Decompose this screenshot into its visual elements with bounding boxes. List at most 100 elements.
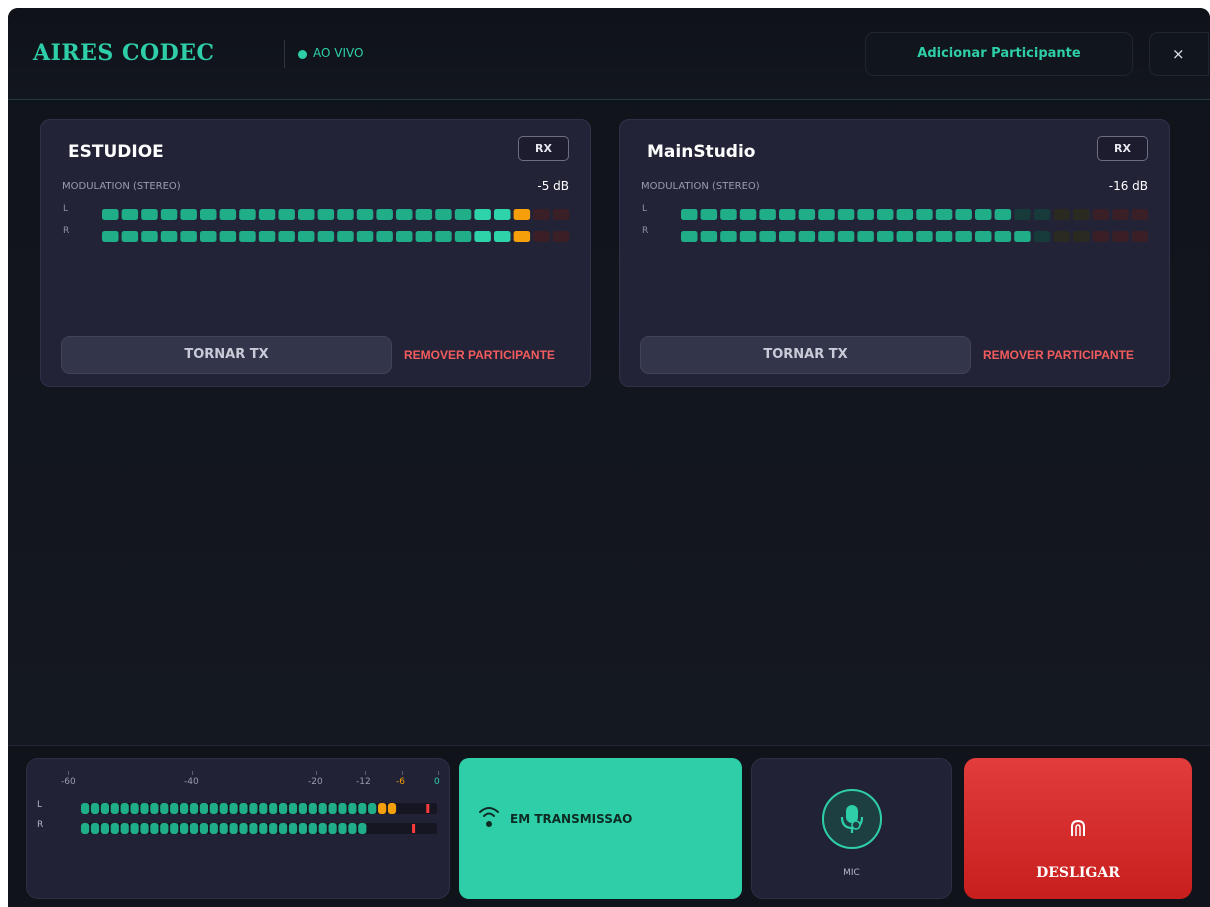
- left-channel-label: L: [642, 204, 648, 214]
- meter-segment: [219, 823, 228, 834]
- right-level-meter: [102, 227, 571, 242]
- meter-segments: [681, 209, 1149, 220]
- scale-label: -12: [356, 777, 371, 787]
- meter-segment: [857, 231, 874, 242]
- meter-segment: [798, 231, 816, 242]
- add-participant-button[interactable]: Adicionar Participante: [865, 32, 1133, 76]
- transmission-status-button[interactable]: EM TRANSMISSAO: [459, 758, 742, 899]
- meter-segment: [533, 231, 550, 242]
- title-divider: [284, 40, 285, 68]
- meter-segment: [102, 209, 119, 220]
- meter-segment: [552, 209, 570, 220]
- meter-segment: [90, 803, 100, 814]
- rx-badge[interactable]: RX: [518, 136, 569, 161]
- meter-segments: [681, 231, 1149, 242]
- scale-tick: [68, 771, 69, 775]
- master-left-meter: [81, 799, 441, 814]
- meter-segment: [170, 803, 179, 814]
- disconnect-icon: [1071, 819, 1085, 836]
- modulation-label: MODULATION (STEREO): [62, 181, 181, 192]
- close-button[interactable]: ×: [1149, 32, 1209, 76]
- meter-segment: [739, 231, 757, 242]
- meter-segment: [140, 823, 149, 834]
- meter-segment: [896, 231, 914, 242]
- meter-segment: [337, 231, 354, 242]
- meter-segment: [288, 823, 298, 834]
- participant-name: MainStudio: [647, 142, 756, 162]
- meter-segment: [1092, 231, 1110, 242]
- meter-segment: [513, 231, 531, 242]
- meter-segment: [180, 231, 197, 242]
- meter-segment: [994, 209, 1012, 220]
- meter-segment: [337, 209, 354, 220]
- scale-label: -6: [396, 777, 405, 787]
- meter-segment: [229, 803, 238, 814]
- meter-segment: [759, 209, 776, 220]
- meter-segment: [356, 209, 374, 220]
- meter-segment: [259, 823, 268, 834]
- mic-toggle-button[interactable]: [822, 789, 882, 849]
- meter-segment: [317, 231, 335, 242]
- mic-label: MIC: [843, 868, 860, 878]
- meter-segment: [160, 231, 178, 242]
- scale-tick: [316, 771, 317, 775]
- app-title: AIRES CODEC: [33, 40, 215, 66]
- meter-segment: [100, 803, 109, 814]
- remove-participant-button[interactable]: REMOVER PARTICIPANTE: [404, 348, 555, 362]
- meter-segment: [1073, 209, 1090, 220]
- meter-segment: [1014, 231, 1031, 242]
- mic-panel: MIC: [751, 758, 952, 899]
- meter-segment: [358, 823, 367, 834]
- meter-segments: [102, 231, 570, 242]
- meter-segment: [130, 803, 139, 814]
- meter-segment: [338, 803, 347, 814]
- meter-segment: [681, 209, 698, 220]
- meter-segment: [160, 823, 169, 834]
- meter-segment: [298, 231, 315, 242]
- scale-tick: [402, 771, 403, 775]
- master-meter-segments: [81, 803, 437, 814]
- meter-segment: [338, 823, 347, 834]
- hangup-button[interactable]: DESLIGAR: [964, 758, 1192, 899]
- peak-marker: [426, 804, 430, 813]
- peak-marker: [412, 824, 416, 833]
- meter-segment: [513, 209, 531, 220]
- meter-segment: [140, 803, 149, 814]
- codec-window: AIRES CODEC AO VIVO Adicionar Participan…: [8, 8, 1210, 907]
- rx-badge[interactable]: RX: [1097, 136, 1148, 161]
- meter-segment: [308, 823, 317, 834]
- meter-segment: [120, 803, 129, 814]
- meter-segment: [396, 231, 413, 242]
- meter-segment: [454, 209, 472, 220]
- meter-segment: [378, 803, 387, 814]
- meter-segment: [249, 803, 258, 814]
- meter-segment: [1014, 209, 1031, 220]
- meter-segment: [160, 803, 169, 814]
- meter-segment: [189, 823, 199, 834]
- meter-segment: [269, 823, 278, 834]
- meter-segment: [298, 823, 307, 834]
- meter-segment: [318, 823, 327, 834]
- meter-segment: [81, 823, 90, 834]
- meter-segment: [219, 231, 237, 242]
- scale-label: 0: [434, 777, 440, 787]
- meter-segment: [759, 231, 776, 242]
- meter-segment: [1053, 231, 1070, 242]
- meter-segment: [100, 823, 109, 834]
- level-readout: -5 dB: [537, 179, 569, 193]
- meter-segment: [219, 209, 237, 220]
- meter-segment: [288, 803, 298, 814]
- live-indicator-dot: [298, 50, 307, 59]
- make-tx-button[interactable]: TORNAR TX: [640, 336, 971, 374]
- meter-segment: [1053, 209, 1070, 220]
- make-tx-button[interactable]: TORNAR TX: [61, 336, 392, 374]
- meter-segment: [1092, 209, 1110, 220]
- meter-segment: [180, 823, 189, 834]
- meter-segment: [258, 209, 276, 220]
- meter-segment: [474, 231, 491, 242]
- meter-segment: [317, 209, 335, 220]
- meter-segment: [779, 209, 796, 220]
- meter-segment: [239, 231, 256, 242]
- remove-participant-button[interactable]: REMOVER PARTICIPANTE: [983, 348, 1134, 362]
- meter-segment: [110, 803, 119, 814]
